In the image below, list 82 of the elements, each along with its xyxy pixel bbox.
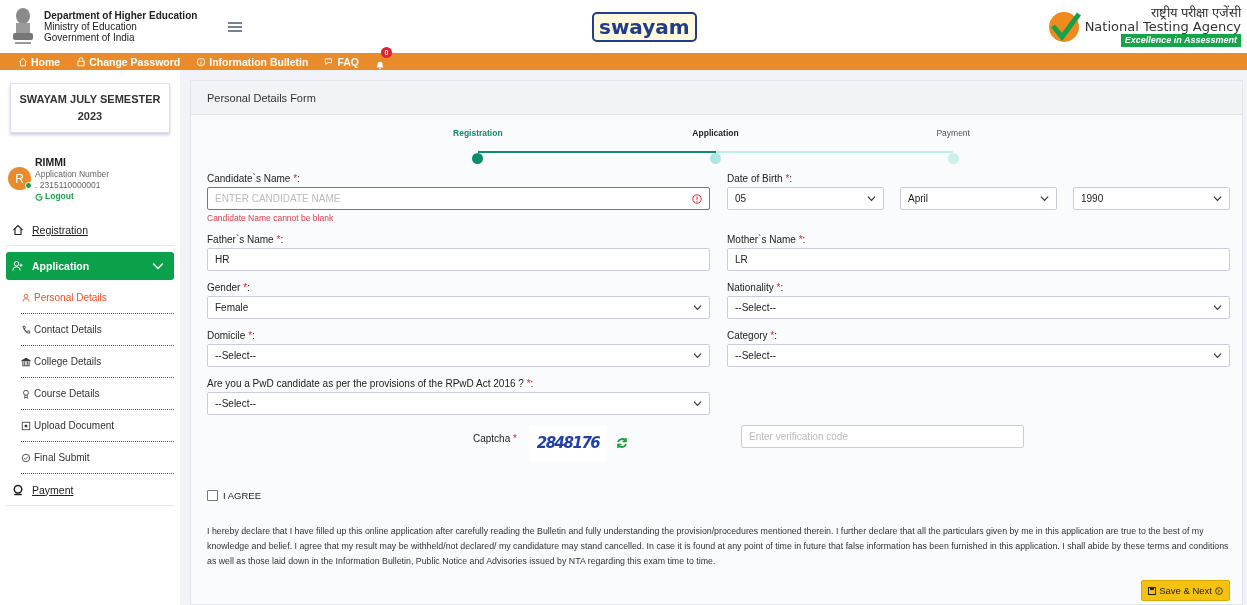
submenu-item[interactable]: Contact Details — [21, 314, 174, 346]
sidebar-item[interactable]: Payment — [6, 474, 174, 506]
error-message: Candidate Name cannot be blank — [207, 213, 335, 223]
home-icon — [12, 223, 24, 236]
menu-icon[interactable] — [228, 20, 242, 33]
field-label: Domicile *: — [207, 330, 256, 341]
chat-icon — [324, 56, 335, 67]
agree-checkbox[interactable] — [207, 490, 218, 501]
field-label: Mother`s Name *: — [727, 234, 807, 245]
chevron-down-icon — [1213, 303, 1222, 312]
department-text: Government of India — [44, 32, 136, 43]
field-label: Are you a PwD candidate as per the provisions of the RPwD Act 2016 ? *: — [207, 378, 535, 389]
captcha-field[interactable]: Enter verification code — [741, 425, 1024, 448]
info-icon — [196, 56, 207, 67]
submenu-item[interactable]: College Details — [21, 346, 174, 378]
phone-icon — [21, 324, 31, 335]
user-name: RIMMI — [35, 155, 67, 169]
field-label: Category *: — [727, 330, 779, 341]
chevron-down-icon — [693, 303, 702, 312]
department-text: Ministry of Education — [44, 21, 137, 32]
sidebar-item[interactable]: Registration — [6, 214, 174, 246]
captcha-image: 2848176 — [529, 425, 607, 461]
save-next-button[interactable]: Save & Next — [1141, 580, 1230, 601]
agency-name: National Testing Agency — [1084, 20, 1241, 34]
user-plus-icon — [12, 260, 24, 272]
save-icon — [1148, 586, 1157, 595]
declaration-text: I hereby declare that I have filled up this online application after carefully reading the Bulletin and fully understanding the provision/procedures mentioned therein. I further declare that all the particulars given by me in this application are true to the best of my knowledge and belief. I agree that my result may be withheld/not declared/ my candidature may stand cancelled. In case it is found at any point of time in future that false information has been furnished in this application. I shall abide by these terms and conditions as well as those laid down in the Information Bulletin, Public Notice and Advisories issued by NTA regarding this exam time to time. — [207, 525, 1230, 568]
user-icon — [21, 292, 31, 303]
swayam-logo: swayam — [592, 11, 697, 42]
chevron-down-icon — [1213, 194, 1222, 203]
check-logo-icon — [1046, 9, 1081, 44]
check-circle-icon — [21, 452, 31, 463]
select-field[interactable]: 05 — [727, 187, 884, 210]
select-field[interactable]: --Select-- — [727, 296, 1230, 319]
refresh-icon[interactable] — [616, 437, 628, 449]
award-icon — [21, 388, 31, 399]
home-icon — [18, 56, 28, 67]
upload-icon — [21, 420, 31, 431]
bank-icon — [21, 356, 31, 367]
select-field[interactable]: --Select-- — [207, 392, 710, 415]
department-text: Department of Higher Education — [44, 10, 199, 21]
text-field[interactable]: HR — [207, 248, 710, 271]
error-icon — [692, 193, 702, 204]
submenu-item[interactable]: Final Submit — [21, 442, 174, 474]
semester-title: SWAYAM JULY SEMESTER 2023 — [10, 83, 170, 133]
chevron-down-icon — [693, 399, 702, 408]
submenu-item[interactable]: Upload Document — [21, 410, 174, 442]
text-field[interactable]: LR — [727, 248, 1230, 271]
agree-label: I AGREE — [223, 490, 261, 501]
step-label: Application — [692, 128, 739, 138]
form-title: Personal Details Form — [191, 81, 1242, 115]
select-field[interactable]: --Select-- — [207, 344, 710, 367]
select-field[interactable]: 1990 — [1073, 187, 1230, 210]
field-label: Date of Birth *: — [727, 173, 794, 184]
field-label: Gender *: — [207, 282, 251, 293]
arrow-circle-icon — [1215, 586, 1223, 595]
chevron-down-icon — [693, 351, 702, 360]
agency-tagline: Excellence in Assessment — [1120, 34, 1241, 47]
user-avatar: R — [8, 167, 31, 190]
captcha-label: Captcha * — [473, 433, 518, 444]
submenu-item[interactable]: Course Details — [21, 378, 174, 410]
field-label: Candidate`s Name *: — [207, 173, 301, 184]
text-field[interactable]: ENTER CANDIDATE NAME — [207, 187, 710, 210]
lock-icon — [76, 56, 87, 67]
chevron-down-icon — [1040, 194, 1049, 203]
application-number-label: Application Number — [35, 169, 110, 180]
chevron-down-icon — [1213, 351, 1222, 360]
chevron-down-icon — [867, 194, 876, 203]
select-field[interactable]: April — [900, 187, 1057, 210]
select-field[interactable]: --Select-- — [727, 344, 1230, 367]
field-label: Nationality *: — [727, 282, 785, 293]
submenu-item[interactable]: Personal Details — [21, 282, 174, 314]
step-label: Registration — [453, 128, 503, 138]
application-number: . 2315110000001 — [35, 180, 102, 191]
agency-hindi-name: राष्ट्रीय परीक्षा एजेंसी — [1150, 6, 1241, 20]
field-label: Father`s Name *: — [207, 234, 285, 245]
logout-icon — [35, 192, 43, 201]
bell-icon[interactable] — [375, 59, 385, 70]
step-label: Payment — [936, 128, 970, 138]
emblem-drawing — [10, 6, 36, 47]
select-field[interactable]: Female — [207, 296, 710, 319]
payment-icon — [12, 483, 24, 496]
